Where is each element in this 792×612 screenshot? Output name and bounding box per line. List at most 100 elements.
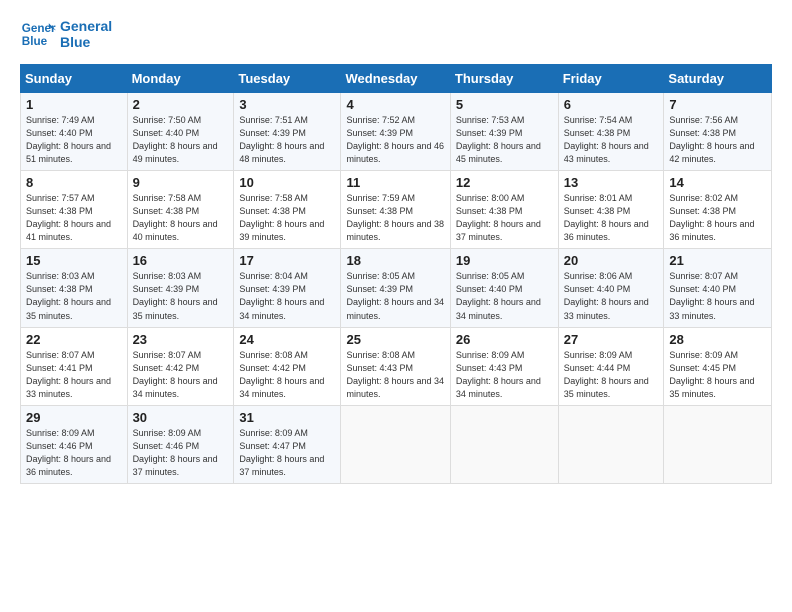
cell-info: Sunrise: 8:08 AMSunset: 4:42 PMDaylight:… (239, 350, 324, 399)
calendar-cell: 21 Sunrise: 8:07 AMSunset: 4:40 PMDaylig… (664, 249, 772, 327)
day-number: 21 (669, 253, 766, 268)
day-number: 27 (564, 332, 659, 347)
calendar-cell: 28 Sunrise: 8:09 AMSunset: 4:45 PMDaylig… (664, 327, 772, 405)
calendar-cell: 17 Sunrise: 8:04 AMSunset: 4:39 PMDaylig… (234, 249, 341, 327)
day-number: 9 (133, 175, 229, 190)
cell-info: Sunrise: 8:09 AMSunset: 4:47 PMDaylight:… (239, 428, 324, 477)
day-number: 2 (133, 97, 229, 112)
svg-text:General: General (22, 22, 56, 35)
cell-info: Sunrise: 8:02 AMSunset: 4:38 PMDaylight:… (669, 193, 754, 242)
calendar-cell: 24 Sunrise: 8:08 AMSunset: 4:42 PMDaylig… (234, 327, 341, 405)
cell-info: Sunrise: 8:05 AMSunset: 4:40 PMDaylight:… (456, 271, 541, 320)
cell-info: Sunrise: 7:58 AMSunset: 4:38 PMDaylight:… (239, 193, 324, 242)
svg-text:Blue: Blue (22, 35, 48, 48)
day-number: 14 (669, 175, 766, 190)
cell-info: Sunrise: 8:05 AMSunset: 4:39 PMDaylight:… (346, 271, 444, 320)
day-number: 30 (133, 410, 229, 425)
calendar-cell: 31 Sunrise: 8:09 AMSunset: 4:47 PMDaylig… (234, 405, 341, 483)
col-header-tuesday: Tuesday (234, 65, 341, 93)
day-number: 22 (26, 332, 122, 347)
calendar-cell: 20 Sunrise: 8:06 AMSunset: 4:40 PMDaylig… (558, 249, 664, 327)
calendar-cell: 23 Sunrise: 8:07 AMSunset: 4:42 PMDaylig… (127, 327, 234, 405)
day-number: 24 (239, 332, 335, 347)
calendar-cell: 22 Sunrise: 8:07 AMSunset: 4:41 PMDaylig… (21, 327, 128, 405)
cell-info: Sunrise: 8:07 AMSunset: 4:40 PMDaylight:… (669, 271, 754, 320)
cell-info: Sunrise: 8:07 AMSunset: 4:42 PMDaylight:… (133, 350, 218, 399)
calendar-cell: 16 Sunrise: 8:03 AMSunset: 4:39 PMDaylig… (127, 249, 234, 327)
cell-info: Sunrise: 8:03 AMSunset: 4:39 PMDaylight:… (133, 271, 218, 320)
logo-blue: Blue (60, 34, 112, 50)
cell-info: Sunrise: 8:04 AMSunset: 4:39 PMDaylight:… (239, 271, 324, 320)
cell-info: Sunrise: 7:59 AMSunset: 4:38 PMDaylight:… (346, 193, 444, 242)
day-number: 5 (456, 97, 553, 112)
cell-info: Sunrise: 8:09 AMSunset: 4:43 PMDaylight:… (456, 350, 541, 399)
day-number: 3 (239, 97, 335, 112)
calendar-cell: 11 Sunrise: 7:59 AMSunset: 4:38 PMDaylig… (341, 171, 450, 249)
day-number: 23 (133, 332, 229, 347)
cell-info: Sunrise: 7:53 AMSunset: 4:39 PMDaylight:… (456, 115, 541, 164)
cell-info: Sunrise: 8:09 AMSunset: 4:46 PMDaylight:… (26, 428, 111, 477)
cell-info: Sunrise: 8:06 AMSunset: 4:40 PMDaylight:… (564, 271, 649, 320)
day-number: 28 (669, 332, 766, 347)
cell-info: Sunrise: 8:03 AMSunset: 4:38 PMDaylight:… (26, 271, 111, 320)
day-number: 17 (239, 253, 335, 268)
col-header-wednesday: Wednesday (341, 65, 450, 93)
day-number: 13 (564, 175, 659, 190)
main-container: General Blue General Blue SundayMondayTu… (0, 0, 792, 494)
calendar-cell: 10 Sunrise: 7:58 AMSunset: 4:38 PMDaylig… (234, 171, 341, 249)
cell-info: Sunrise: 7:57 AMSunset: 4:38 PMDaylight:… (26, 193, 111, 242)
logo: General Blue General Blue (20, 16, 112, 52)
calendar-cell: 6 Sunrise: 7:54 AMSunset: 4:38 PMDayligh… (558, 93, 664, 171)
day-number: 31 (239, 410, 335, 425)
day-number: 6 (564, 97, 659, 112)
cell-info: Sunrise: 7:54 AMSunset: 4:38 PMDaylight:… (564, 115, 649, 164)
calendar-cell: 12 Sunrise: 8:00 AMSunset: 4:38 PMDaylig… (450, 171, 558, 249)
cell-info: Sunrise: 7:51 AMSunset: 4:39 PMDaylight:… (239, 115, 324, 164)
calendar-cell: 4 Sunrise: 7:52 AMSunset: 4:39 PMDayligh… (341, 93, 450, 171)
col-header-monday: Monday (127, 65, 234, 93)
col-header-sunday: Sunday (21, 65, 128, 93)
calendar-cell: 8 Sunrise: 7:57 AMSunset: 4:38 PMDayligh… (21, 171, 128, 249)
calendar-cell: 25 Sunrise: 8:08 AMSunset: 4:43 PMDaylig… (341, 327, 450, 405)
day-number: 1 (26, 97, 122, 112)
day-number: 4 (346, 97, 444, 112)
logo-text: General (60, 18, 112, 34)
cell-info: Sunrise: 8:08 AMSunset: 4:43 PMDaylight:… (346, 350, 444, 399)
calendar-cell: 1 Sunrise: 7:49 AMSunset: 4:40 PMDayligh… (21, 93, 128, 171)
calendar-cell: 13 Sunrise: 8:01 AMSunset: 4:38 PMDaylig… (558, 171, 664, 249)
col-header-thursday: Thursday (450, 65, 558, 93)
day-number: 20 (564, 253, 659, 268)
calendar-cell: 26 Sunrise: 8:09 AMSunset: 4:43 PMDaylig… (450, 327, 558, 405)
calendar-cell (341, 405, 450, 483)
cell-info: Sunrise: 8:09 AMSunset: 4:46 PMDaylight:… (133, 428, 218, 477)
calendar-cell (558, 405, 664, 483)
header: General Blue General Blue (20, 16, 772, 52)
day-number: 16 (133, 253, 229, 268)
day-number: 19 (456, 253, 553, 268)
calendar-cell: 14 Sunrise: 8:02 AMSunset: 4:38 PMDaylig… (664, 171, 772, 249)
cell-info: Sunrise: 8:01 AMSunset: 4:38 PMDaylight:… (564, 193, 649, 242)
day-number: 26 (456, 332, 553, 347)
calendar-cell: 29 Sunrise: 8:09 AMSunset: 4:46 PMDaylig… (21, 405, 128, 483)
calendar-cell: 5 Sunrise: 7:53 AMSunset: 4:39 PMDayligh… (450, 93, 558, 171)
cell-info: Sunrise: 7:56 AMSunset: 4:38 PMDaylight:… (669, 115, 754, 164)
col-header-friday: Friday (558, 65, 664, 93)
calendar-cell: 18 Sunrise: 8:05 AMSunset: 4:39 PMDaylig… (341, 249, 450, 327)
cell-info: Sunrise: 7:58 AMSunset: 4:38 PMDaylight:… (133, 193, 218, 242)
day-number: 25 (346, 332, 444, 347)
cell-info: Sunrise: 8:09 AMSunset: 4:45 PMDaylight:… (669, 350, 754, 399)
calendar-cell (664, 405, 772, 483)
cell-info: Sunrise: 7:50 AMSunset: 4:40 PMDaylight:… (133, 115, 218, 164)
calendar-cell: 3 Sunrise: 7:51 AMSunset: 4:39 PMDayligh… (234, 93, 341, 171)
logo-icon: General Blue (20, 16, 56, 52)
day-number: 11 (346, 175, 444, 190)
day-number: 15 (26, 253, 122, 268)
calendar-cell: 30 Sunrise: 8:09 AMSunset: 4:46 PMDaylig… (127, 405, 234, 483)
day-number: 18 (346, 253, 444, 268)
day-number: 29 (26, 410, 122, 425)
calendar-cell (450, 405, 558, 483)
col-header-saturday: Saturday (664, 65, 772, 93)
day-number: 8 (26, 175, 122, 190)
cell-info: Sunrise: 8:07 AMSunset: 4:41 PMDaylight:… (26, 350, 111, 399)
day-number: 10 (239, 175, 335, 190)
